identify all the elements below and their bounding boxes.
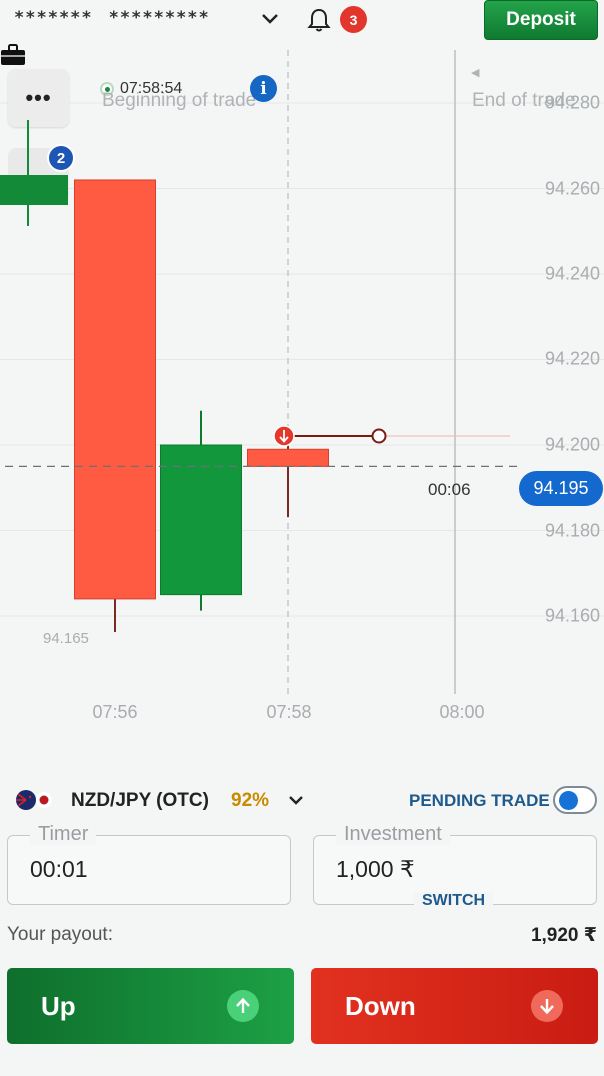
- notification-badge[interactable]: 3: [340, 6, 367, 33]
- pending-trade-label[interactable]: PENDING TRADE: [409, 791, 550, 811]
- y-tick-label: 94.260: [544, 178, 600, 199]
- account-mask-right: *********: [108, 8, 210, 28]
- caret-left-icon: ◀: [471, 67, 480, 79]
- more-menu-button[interactable]: •••: [8, 69, 69, 127]
- trade-end-marker: [371, 428, 387, 444]
- asset-payout-percent: 92%: [231, 790, 270, 811]
- top-bar: ******* ********* 3 Deposit: [0, 0, 604, 44]
- switch-button[interactable]: SWITCH: [414, 892, 494, 910]
- payout-value: 1,920 ₹: [530, 925, 597, 946]
- toggle-knob: [559, 791, 578, 810]
- server-time: 07:58:54: [120, 80, 183, 97]
- chart-canvas: [0, 50, 604, 694]
- arrow-down-icon: [531, 990, 563, 1022]
- y-tick-label: 94.180: [544, 520, 600, 541]
- timer-field[interactable]: Timer 00:01: [7, 823, 291, 905]
- up-button[interactable]: Up: [7, 968, 294, 1044]
- nzd-jpy-flag-icon: [16, 790, 52, 810]
- open-trades-bar: [0, 175, 68, 205]
- investment-value[interactable]: 1,000 ₹: [336, 856, 415, 883]
- current-price-badge: 94.195: [519, 471, 603, 506]
- briefcase-icon: [1, 44, 25, 65]
- y-tick-label: 94.220: [544, 348, 600, 369]
- payout-label: Your payout:: [7, 924, 113, 945]
- arrow-up-icon: [227, 990, 259, 1022]
- x-tick-label: 07:56: [92, 702, 138, 722]
- open-trades-badge[interactable]: 2: [47, 144, 75, 172]
- x-tick-label: 08:00: [439, 702, 485, 722]
- y-tick-label: 94.160: [544, 605, 600, 626]
- bell-icon[interactable]: [307, 7, 331, 33]
- y-tick-label: 94.200: [544, 434, 600, 455]
- chevron-down-icon[interactable]: [260, 12, 280, 26]
- chevron-down-icon[interactable]: [287, 794, 305, 808]
- x-tick-label: 07:58: [266, 702, 312, 722]
- candle-down: [74, 179, 156, 600]
- pending-trade-toggle[interactable]: [553, 786, 597, 814]
- low-price-label: 94.165: [43, 630, 89, 647]
- timer-value[interactable]: 00:01: [30, 856, 88, 883]
- deposit-button[interactable]: Deposit: [484, 0, 598, 40]
- price-chart[interactable]: ••• 2 Beginning of trade 07:58:54 i ◀ En…: [0, 44, 604, 744]
- timer-label: Timer: [30, 823, 97, 846]
- investment-label: Investment: [336, 823, 450, 846]
- open-trades-line: [27, 120, 29, 226]
- asset-row[interactable]: NZD/JPY (OTC) 92% PENDING TRADE: [0, 784, 604, 818]
- candle-down: [247, 448, 329, 467]
- y-tick-label: 94.240: [544, 263, 600, 284]
- candle-up: [160, 444, 242, 596]
- down-label: Down: [345, 991, 416, 1021]
- asset-name[interactable]: NZD/JPY (OTC): [71, 790, 209, 812]
- up-label: Up: [41, 991, 76, 1021]
- countdown-timer: 00:06: [428, 480, 471, 499]
- down-button[interactable]: Down: [311, 968, 598, 1044]
- info-icon[interactable]: i: [250, 75, 277, 102]
- y-tick-label: 94.280: [544, 92, 600, 113]
- account-selector[interactable]: ******* *********: [14, 8, 210, 28]
- account-mask-left: *******: [14, 8, 93, 28]
